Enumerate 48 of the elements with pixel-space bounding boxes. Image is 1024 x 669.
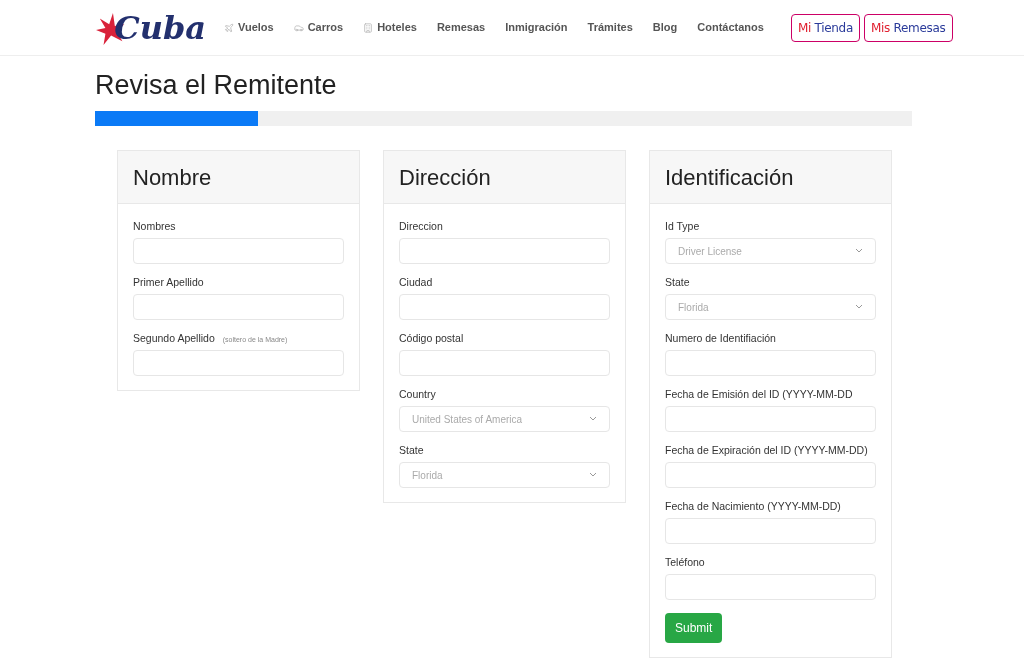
input-field[interactable] [665,350,876,376]
chevron-icon [855,304,863,310]
card-title: Identificación [665,163,794,192]
input-field[interactable] [399,238,610,264]
input-field[interactable] [665,518,876,544]
input-field[interactable] [665,462,876,488]
field-label: Nombres [133,219,176,234]
input-field[interactable] [133,238,344,264]
chevron-icon [855,248,863,254]
plane-icon [224,22,234,33]
input-field[interactable] [133,350,344,376]
store-badge[interactable]: Mis Remesas [863,13,953,42]
logo[interactable]: Cuba [96,9,206,46]
nav-link[interactable]: Vuelos [224,19,274,36]
nav-link[interactable]: Carros [293,19,344,36]
input-field[interactable] [133,294,344,320]
field-label: Segundo Apellido [133,331,215,346]
input-field[interactable] [399,350,610,376]
field-label: Country [399,387,436,402]
nav-link[interactable]: Blog [652,19,678,36]
nav-link[interactable]: Contáctanos [697,19,764,36]
field-label: Fecha de Nacimiento (YYYY-MM-DD) [665,499,841,514]
field-label: State [665,275,690,290]
field-label: Fecha de Expiración del ID (YYYY-MM-DD) [665,443,868,458]
card-title: Nombre [133,163,212,192]
field-label: Id Type [665,219,700,234]
card-title: Dirección [399,163,491,192]
nav-link[interactable]: Remesas [436,19,486,36]
page-title: Revisa el Remitente [95,72,338,99]
store-badge[interactable]: Mi Tienda [790,13,860,42]
input-field[interactable] [665,574,876,600]
building-icon [363,22,374,33]
input-field[interactable] [399,294,610,320]
field-label: Numero de Identifiación [665,331,776,346]
nav-link[interactable]: Inmigración [505,19,568,36]
field-label: Fecha de Emisión del ID (YYYY-MM-DD [665,387,853,402]
input-field[interactable] [665,406,876,432]
field-label: State [399,443,424,458]
nav-link[interactable]: Hoteles [363,19,417,36]
field-label: Ciudad [399,275,433,290]
chevron-icon [589,472,597,478]
field-label: Direccion [399,219,443,234]
car-icon [293,22,304,33]
field-label: Primer Apellido [133,275,204,290]
chevron-icon [589,416,597,422]
nav-link[interactable]: Trámites [587,19,633,36]
field-label: Código postal [399,331,464,346]
field-label: Teléfono [665,555,705,570]
